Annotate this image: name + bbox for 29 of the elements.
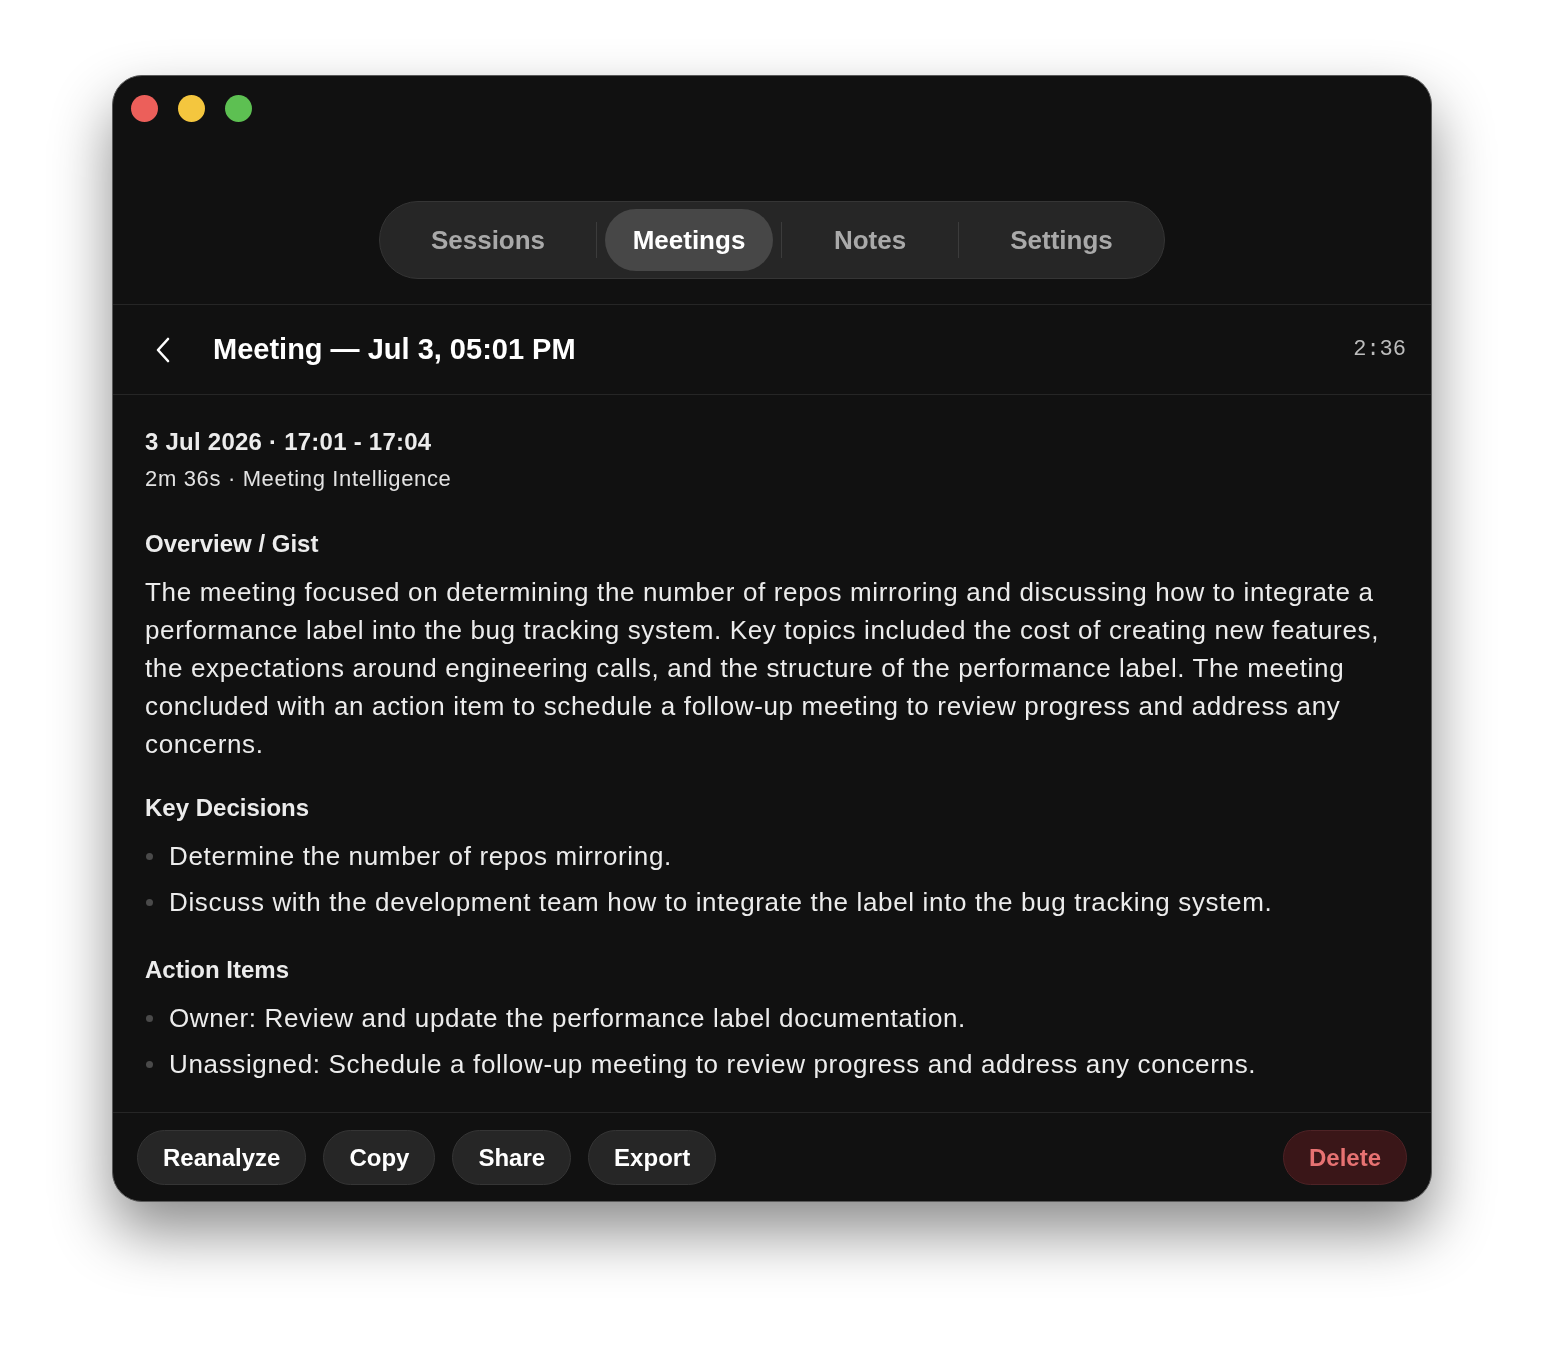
bullet-icon — [146, 852, 153, 860]
bullet-icon — [146, 898, 153, 906]
chevron-left-icon — [156, 336, 170, 363]
delete-button[interactable]: Delete — [1282, 1130, 1407, 1185]
duration-line: 2m 36s · Meeting Intelligence — [145, 465, 453, 493]
overview-paragraph: The meeting focused on determining the number of repos mirroring and discussing how to integrate a performance label into the bug tracking system. Key topics included the cost of creating new features, the expectations around engineering calls, and the structure of the performance label. The meeting concluded with an action item to schedule a follow-up meeting to review progress and address any concerns. — [145, 576, 1381, 761]
meeting-title: Meeting — Jul 3, 05:01 PM — [213, 331, 576, 367]
tab[interactable]: Notes — [790, 209, 950, 271]
tab[interactable]: Meetings — [605, 209, 773, 271]
section-heading: Action Items — [145, 955, 291, 985]
bullet-icon — [146, 1060, 153, 1068]
tab[interactable]: Settings — [967, 209, 1156, 271]
list-item-text: Discuss with the development team how to integrate the label into the bug tracking system. — [169, 886, 1273, 919]
list-item-text: Unassigned: Schedule a follow-up meeting to review progress and address any concerns. — [169, 1048, 1257, 1081]
zoom-button[interactable] — [225, 95, 252, 122]
action-button[interactable]: Reanalyze — [137, 1130, 307, 1185]
bullet-icon — [146, 1014, 153, 1022]
action-button[interactable]: Export — [588, 1130, 717, 1185]
tab[interactable]: Sessions — [388, 209, 588, 271]
close-button[interactable] — [131, 95, 158, 122]
action-button[interactable]: Copy — [323, 1130, 436, 1185]
minimize-button[interactable] — [178, 95, 205, 122]
list-item-text: Determine the number of repos mirroring. — [169, 840, 672, 873]
section-heading: Overview / Gist — [145, 529, 320, 559]
elapsed-time: 2:36 — [1353, 336, 1406, 364]
date-time-line: 3 Jul 2026 · 17:01 - 17:04 — [145, 427, 433, 457]
section-heading: Key Decisions — [145, 793, 311, 823]
action-button[interactable]: Share — [452, 1130, 572, 1185]
list-item-text: Owner: Review and update the performance label documentation. — [169, 1002, 966, 1035]
